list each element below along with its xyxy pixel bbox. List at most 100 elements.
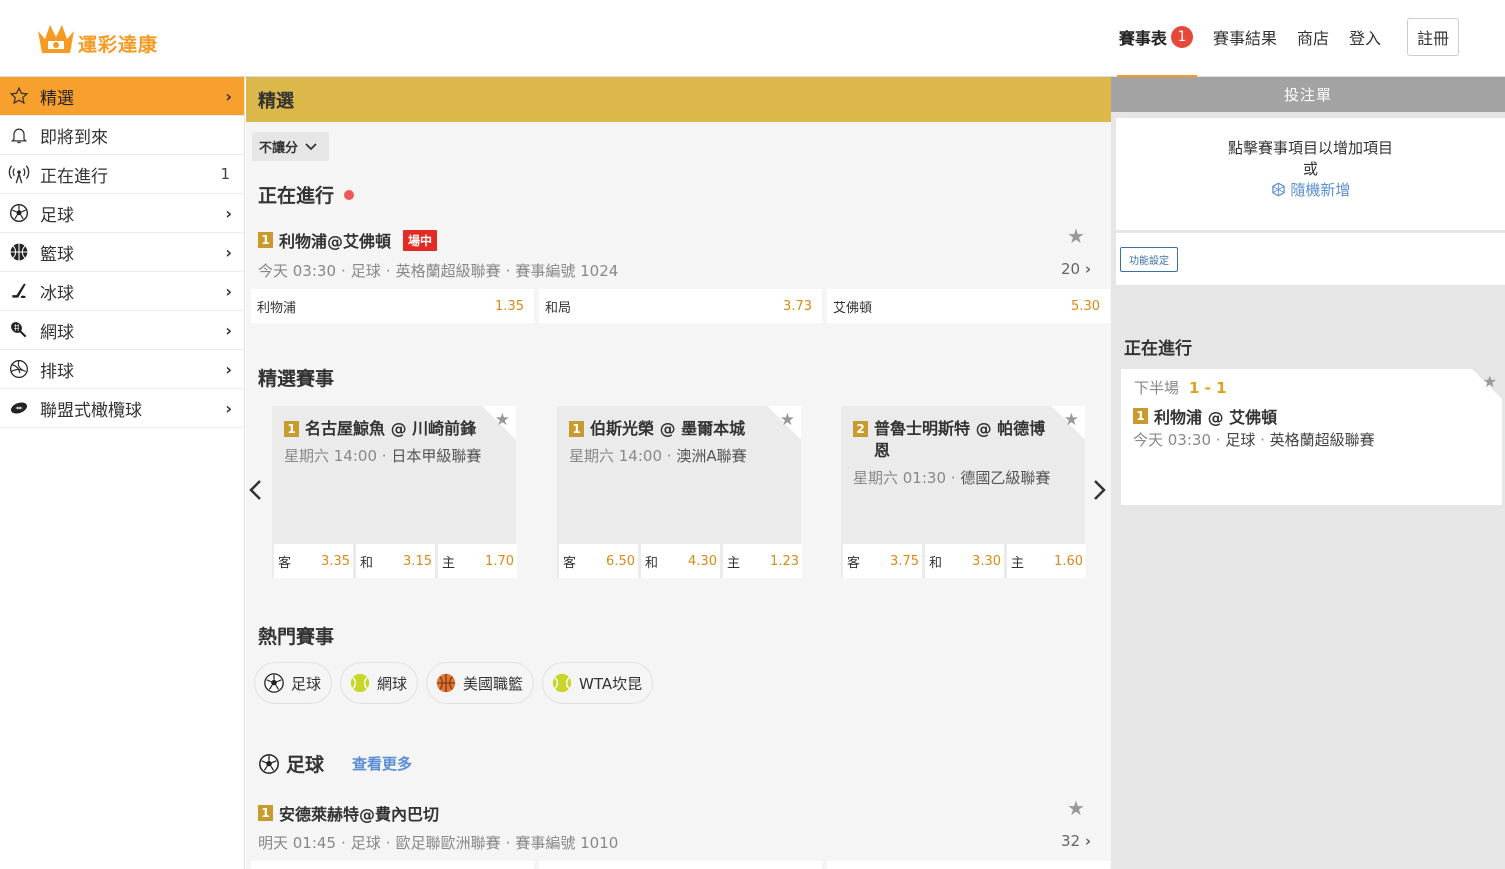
- betslip-hint: 點擊賽事項目以增加項目: [1227, 139, 1393, 157]
- match-sport: 足球: [1225, 431, 1256, 449]
- chip-wta-cancun[interactable]: WTA坎昆: [542, 662, 654, 704]
- live-match-title[interactable]: 1 利物浦@艾佛頓 場中: [258, 228, 438, 252]
- sidebar-item-upcoming[interactable]: 即將到來: [0, 116, 244, 155]
- betslip-title: 投注單: [1111, 77, 1505, 112]
- live-section-title: 正在進行: [258, 181, 355, 208]
- chevron-right-icon: ›: [1084, 832, 1091, 850]
- sidebar-item-live[interactable]: 正在進行 1: [0, 155, 244, 194]
- odd-label: 和: [929, 555, 943, 571]
- match-league: 澳洲A聯賽: [676, 447, 747, 465]
- see-more-link[interactable]: 查看更多: [352, 753, 412, 774]
- live-score-card[interactable]: ★ 下半場 1 - 1 1 利物浦 @ 艾佛頓 今天 03:30 · 足球 · 英格…: [1121, 369, 1502, 505]
- more-markets-link[interactable]: 32 ›: [1061, 832, 1091, 850]
- betslip-panel: 投注單 點擊賽事項目以增加項目 或 隨機新增 功能設定 正在進行 ★ 下半場 1 …: [1111, 77, 1505, 869]
- odd-button[interactable]: [539, 861, 822, 869]
- odd-value: 4.30: [688, 553, 717, 569]
- register-button[interactable]: 註冊: [1406, 18, 1459, 56]
- settings-area: 功能設定: [1116, 233, 1505, 285]
- chip-soccer[interactable]: 足球: [254, 662, 333, 704]
- chevron-right-icon: ›: [225, 242, 232, 262]
- odd-button-draw[interactable]: 和 3.30: [925, 544, 1004, 578]
- chevron-right-icon: ›: [1084, 260, 1091, 278]
- chip-tennis[interactable]: 網球: [340, 662, 419, 704]
- nav-login[interactable]: 登入: [1349, 25, 1381, 49]
- odd-value: 3.30: [972, 553, 1001, 569]
- favorite-star-icon[interactable]: ★: [495, 410, 510, 430]
- tennis-ball-icon: [349, 672, 371, 694]
- featured-card-title: 1 名古屋鯨魚 @ 川崎前鋒: [284, 418, 484, 440]
- soccer-match-title[interactable]: 1 安德萊赫特@費內巴切: [258, 801, 439, 825]
- odd-button-draw[interactable]: 和局 3.73: [539, 289, 822, 323]
- more-markets-link[interactable]: 20 ›: [1061, 260, 1091, 278]
- favorite-star-icon[interactable]: ★: [1064, 410, 1079, 430]
- carousel-prev-icon[interactable]: [248, 478, 262, 508]
- match-time: 星期六 14:00: [284, 447, 377, 465]
- favorite-star-icon[interactable]: ★: [1067, 224, 1085, 248]
- odd-value: 6.50: [606, 553, 635, 569]
- rugby-icon: [8, 397, 30, 419]
- sidebar: 精選 › 即將到來 正在進行 1 足球 › 籃球 › 冰球 › 網球 › 排球 …: [0, 77, 245, 869]
- handicap-filter-dropdown[interactable]: 不讓分: [252, 132, 329, 161]
- odd-button-away[interactable]: 客 6.50: [559, 544, 638, 578]
- top-nav: 賽事表 1 賽事結果 商店 登入 註冊: [1099, 18, 1459, 79]
- sidebar-item-hockey[interactable]: 冰球 ›: [0, 272, 244, 311]
- odd-button-away[interactable]: 客 3.35: [274, 544, 353, 578]
- nav-shop[interactable]: 商店: [1297, 25, 1329, 49]
- chevron-down-icon: [305, 140, 317, 154]
- settings-button[interactable]: 功能設定: [1120, 247, 1178, 272]
- odd-button-home[interactable]: 主 1.70: [438, 544, 517, 578]
- live-score: 1 - 1: [1189, 379, 1227, 397]
- sidebar-item-tennis[interactable]: 網球 ›: [0, 311, 244, 350]
- match-number-badge: 1: [1133, 408, 1148, 424]
- nav-results[interactable]: 賽事結果: [1213, 25, 1277, 49]
- odd-button[interactable]: [251, 861, 534, 869]
- favorite-star-icon[interactable]: ★: [780, 410, 795, 430]
- odd-label: 主: [442, 555, 456, 571]
- carousel-next-icon[interactable]: [1093, 478, 1107, 508]
- nav-schedule[interactable]: 賽事表 1: [1116, 25, 1197, 79]
- odd-value: 3.15: [403, 553, 432, 569]
- chip-nba[interactable]: 美國職籃: [426, 662, 535, 704]
- odd-button-home[interactable]: 主 1.23: [723, 544, 802, 578]
- chevron-right-icon: ›: [225, 398, 232, 418]
- featured-card-meta: 星期六 14:00 · 澳洲A聯賽: [569, 447, 747, 465]
- live-card-meta: 今天 03:30 · 足球 · 英格蘭超級聯賽: [1133, 431, 1375, 449]
- featured-card[interactable]: ★ 1 名古屋鯨魚 @ 川崎前鋒 星期六 14:00 · 日本甲級聯賽 客 3.35…: [272, 406, 517, 578]
- match-teams: 利物浦@艾佛頓: [279, 232, 392, 251]
- match-time: 明天 01:45: [258, 834, 336, 852]
- odd-label: 艾佛頓: [833, 300, 873, 316]
- sidebar-item-basketball[interactable]: 籃球 ›: [0, 233, 244, 272]
- odd-value: 1.23: [770, 553, 799, 569]
- soccer-match-odds: [251, 861, 1110, 869]
- sidebar-item-volleyball[interactable]: 排球 ›: [0, 350, 244, 389]
- odd-button-away[interactable]: 客 3.75: [843, 544, 922, 578]
- random-add-label: 隨機新增: [1290, 181, 1351, 199]
- featured-card[interactable]: ★ 1 伯斯光榮 @ 墨爾本城 星期六 14:00 · 澳洲A聯賽 客 6.50 和…: [557, 406, 802, 578]
- odd-button-away[interactable]: 艾佛頓 5.30: [827, 289, 1110, 323]
- odd-button-draw[interactable]: 和 4.30: [641, 544, 720, 578]
- favorite-star-icon[interactable]: ★: [1067, 796, 1085, 820]
- odd-label: 利物浦: [257, 300, 297, 316]
- sidebar-item-featured[interactable]: 精選 ›: [0, 77, 244, 116]
- odd-button-home[interactable]: 利物浦 1.35: [251, 289, 534, 323]
- odd-button-draw[interactable]: 和 3.15: [356, 544, 435, 578]
- odd-value: 1.70: [485, 553, 514, 569]
- markets-count: 32: [1060, 832, 1081, 850]
- sidebar-item-soccer[interactable]: 足球 ›: [0, 194, 244, 233]
- chevron-right-icon: ›: [225, 203, 232, 223]
- sidebar-item-label: 正在進行: [40, 166, 108, 187]
- match-league: 英格蘭超級聯賽: [395, 262, 501, 280]
- chevron-right-icon: ›: [225, 359, 232, 379]
- odd-button[interactable]: [827, 861, 1110, 869]
- basketball-icon: [8, 241, 30, 263]
- featured-section-title: 精選賽事: [258, 368, 335, 390]
- featured-card[interactable]: ★ 2 普魯士明斯特 @ 帕德博恩 星期六 01:30 · 德國乙級聯賽 客 3.7…: [841, 406, 1086, 578]
- favorite-star-icon[interactable]: ★: [1483, 372, 1497, 391]
- logo-text: 運彩達康: [78, 34, 159, 56]
- odd-button-home[interactable]: 主 1.60: [1007, 544, 1086, 578]
- sidebar-item-rugby[interactable]: 聯盟式橄欖球 ›: [0, 389, 244, 428]
- random-add-link[interactable]: 隨機新增: [1116, 180, 1505, 203]
- page-title: 精選: [246, 77, 1111, 122]
- logo[interactable]: 運彩達康: [36, 16, 158, 57]
- featured-card-title: 2 普魯士明斯特 @ 帕德博恩: [853, 418, 1053, 462]
